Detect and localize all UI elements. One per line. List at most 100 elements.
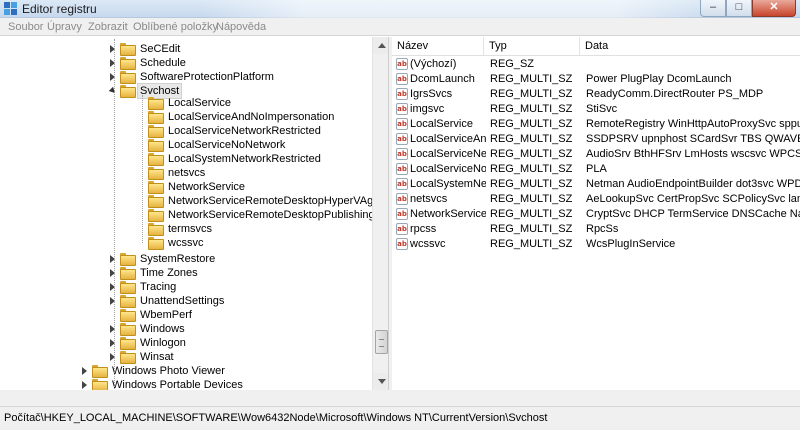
- menu-upravy[interactable]: Úpravy: [47, 21, 82, 33]
- tree-item-label: LocalServiceAndNoImpersonation: [168, 111, 335, 123]
- value-type: REG_MULTI_SZ: [490, 118, 573, 130]
- tree-scrollbar[interactable]: [372, 37, 388, 390]
- folder-icon: [148, 111, 164, 124]
- folder-icon: [120, 281, 136, 294]
- folder-icon: [120, 253, 136, 266]
- value-type: REG_MULTI_SZ: [490, 208, 573, 220]
- expand-arrow-icon[interactable]: [82, 367, 87, 375]
- tree-item-label: SoftwareProtectionPlatform: [140, 71, 274, 83]
- folder-icon: [148, 125, 164, 138]
- tree-item-label: wcssvc: [168, 237, 204, 249]
- column-type-header[interactable]: Typ: [484, 37, 580, 56]
- tree-item-label: SeCEdit: [140, 43, 181, 55]
- value-data: AudioSrv BthHFSrv LmHosts wscsvc WPCSvc: [586, 148, 800, 160]
- value-row[interactable]: ab imgsvc REG_MULTI_SZ StiSvc: [392, 102, 800, 117]
- column-name-header[interactable]: Název: [392, 37, 484, 56]
- window-title: Editor registru: [22, 2, 97, 16]
- values-header: Název Typ Data: [392, 37, 800, 56]
- folder-icon: [148, 153, 164, 166]
- expand-arrow-icon[interactable]: [82, 381, 87, 389]
- value-row[interactable]: ab LocalService REG_MULTI_SZ RemoteRegistry…: [392, 117, 800, 132]
- string-value-icon: ab: [396, 118, 408, 130]
- value-row[interactable]: abLocalServiceNet... REG_MULTI_SZ AudioSrv…: [392, 147, 800, 162]
- folder-icon: [148, 97, 164, 110]
- value-row[interactable]: ab DcomLaunch REG_MULTI_SZ Power PlugPlay D…: [392, 72, 800, 87]
- menu-bar: Soubor Úpravy Zobrazit Oblíbené položky …: [0, 18, 800, 36]
- value-row[interactable]: ab (Výchozí) REG_SZ: [392, 57, 800, 72]
- folder-icon: [120, 71, 136, 84]
- folder-icon: [148, 209, 164, 222]
- value-name: wcssvc: [410, 238, 446, 250]
- scroll-down-icon[interactable]: [373, 373, 388, 390]
- value-row[interactable]: ab NetworkService REG_MULTI_SZ CryptSvc DHC…: [392, 207, 800, 222]
- string-value-icon: ab: [396, 238, 408, 250]
- tree-item-label: WbemPerf: [140, 309, 192, 321]
- minimize-button[interactable]: –: [700, 0, 726, 17]
- value-type: REG_MULTI_SZ: [490, 133, 573, 145]
- value-data: Power PlugPlay DcomLaunch: [586, 73, 732, 85]
- close-button[interactable]: ✕: [752, 0, 796, 17]
- collapse-arrow-icon[interactable]: [108, 86, 118, 96]
- value-name: NetworkService: [410, 208, 486, 220]
- string-value-icon: ab: [396, 103, 408, 115]
- value-name: rpcss: [410, 223, 437, 235]
- tree-item-label: NetworkServiceRemoteDesktopPublishing: [168, 209, 375, 221]
- folder-icon: [148, 167, 164, 180]
- menu-zobrazit[interactable]: Zobrazit: [88, 21, 128, 33]
- values-pane[interactable]: Název Typ Data ab (Výchozí) REG_SZ ab DcomLa…: [392, 37, 800, 390]
- string-value-icon: ab: [396, 88, 408, 100]
- menu-napoveda[interactable]: Nápověda: [216, 21, 266, 33]
- folder-icon: [120, 85, 136, 98]
- tree-item-label: Windows Portable Devices: [112, 379, 243, 390]
- scroll-up-icon[interactable]: [373, 37, 388, 54]
- string-value-icon: ab: [396, 133, 408, 145]
- background-blur: [200, 0, 720, 18]
- value-row[interactable]: abLocalSystemNet... REG_MULTI_SZ Netman Au…: [392, 177, 800, 192]
- value-type: REG_MULTI_SZ: [490, 148, 573, 160]
- string-value-icon: ab: [396, 178, 408, 190]
- menu-oblibene[interactable]: Oblíbené položky: [133, 21, 218, 33]
- value-type: REG_MULTI_SZ: [490, 88, 573, 100]
- value-row[interactable]: abLocalServiceAnd... REG_MULTI_SZ SSDPSRV …: [392, 132, 800, 147]
- tree-item-label: LocalServiceNoNetwork: [168, 139, 286, 151]
- value-data: CryptSvc DHCP TermService DNSCache NapAg…: [586, 208, 800, 220]
- value-type: REG_MULTI_SZ: [490, 103, 573, 115]
- folder-icon: [120, 351, 136, 364]
- value-name: LocalService: [410, 118, 473, 130]
- value-data: RpcSs: [586, 223, 619, 235]
- tree-item-label: Windows Photo Viewer: [112, 365, 225, 377]
- value-row[interactable]: ab wcssvc REG_MULTI_SZ WcsPlugInService: [392, 237, 800, 252]
- title-bar: Editor registru – □ ✕: [0, 0, 800, 18]
- value-row[interactable]: ab IgrsSvcs REG_MULTI_SZ ReadyComm.DirectRo…: [392, 87, 800, 102]
- maximize-button[interactable]: □: [726, 0, 752, 17]
- string-value-icon: ab: [396, 223, 408, 235]
- value-row[interactable]: ab rpcss REG_MULTI_SZ RpcSs: [392, 222, 800, 237]
- tree-item-label: UnattendSettings: [140, 295, 225, 307]
- value-data: Netman AudioEndpointBuilder dot3svc WPDB…: [586, 178, 800, 190]
- value-data: WcsPlugInService: [586, 238, 676, 250]
- value-name: LocalSystemNet...: [410, 178, 486, 190]
- scroll-thumb[interactable]: [375, 330, 388, 354]
- column-data-header[interactable]: Data: [580, 37, 800, 56]
- value-type: REG_MULTI_SZ: [490, 73, 573, 85]
- registry-editor-icon: [4, 2, 17, 15]
- status-path: Počítač\HKEY_LOCAL_MACHINE\SOFTWARE\Wow6…: [4, 412, 548, 424]
- status-bar: Počítač\HKEY_LOCAL_MACHINE\SOFTWARE\Wow6…: [0, 406, 800, 430]
- tree-item-label: termsvcs: [168, 223, 212, 235]
- tree-item-label: Winsat: [140, 351, 174, 363]
- tree-item-label: SystemRestore: [140, 253, 216, 265]
- value-row[interactable]: abLocalServiceNo... REG_MULTI_SZ PLA: [392, 162, 800, 177]
- value-row[interactable]: ab netsvcs REG_MULTI_SZ AeLookupSvc CertPro…: [392, 192, 800, 207]
- folder-icon: [120, 337, 136, 350]
- value-name: DcomLaunch: [410, 73, 475, 85]
- string-value-icon: ab: [396, 163, 408, 175]
- value-name: netsvcs: [410, 193, 448, 205]
- value-data: AeLookupSvc CertPropSvc SCPolicySvc lanm…: [586, 193, 800, 205]
- tree-item-label: LocalServiceNetworkRestricted: [168, 125, 321, 137]
- menu-soubor[interactable]: Soubor: [8, 21, 43, 33]
- value-data: RemoteRegistry WinHttpAutoProxySvc sppui…: [586, 118, 800, 130]
- value-type: REG_MULTI_SZ: [490, 223, 573, 235]
- key-tree-pane[interactable]: SeCEdit Schedule SoftwareProtectionPlatfor…: [0, 37, 389, 390]
- value-name: (Výchozí): [410, 58, 457, 70]
- string-value-icon: ab: [396, 208, 408, 220]
